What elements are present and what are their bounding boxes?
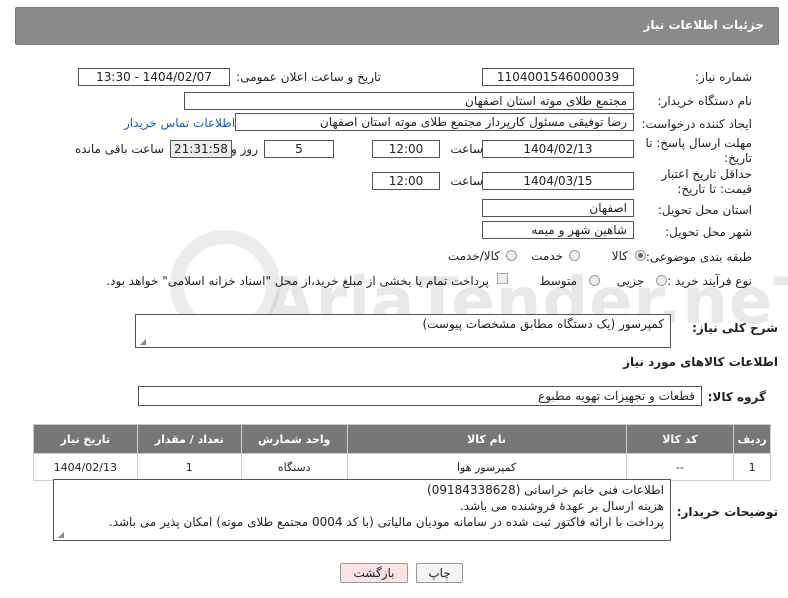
print-button[interactable]: چاپ: [416, 563, 463, 583]
items-table: ردیف کد کالا نام کالا واحد شمارش تعداد /…: [33, 424, 771, 481]
days-field: 5: [264, 140, 334, 158]
cell-row: 1: [733, 453, 771, 481]
col-qty: تعداد / مقدار: [136, 424, 242, 454]
process-option-medium: متوسط: [539, 274, 577, 288]
category-option-service: خدمت: [531, 249, 563, 263]
announce-field: 1404/02/07 - 13:30: [78, 68, 230, 86]
goods-group-label: گروه کالا:: [707, 390, 766, 404]
process-label: نوع فرآیند خرید :: [667, 274, 752, 288]
back-button[interactable]: بازگشت: [340, 563, 408, 583]
col-row: ردیف: [733, 424, 771, 454]
items-table-header: ردیف کد کالا نام کالا واحد شمارش تعداد /…: [33, 424, 771, 454]
remaining-label: ساعت باقی مانده: [74, 142, 164, 156]
buyer-label: نام دستگاه خریدار:: [657, 94, 753, 108]
province-label: استان محل تحویل:: [657, 203, 752, 217]
price-date-field: 1404/03/15: [482, 172, 634, 190]
buyer-notes-textarea[interactable]: اطلاعات فنی خانم خراسانی (09184338628) ه…: [53, 479, 671, 541]
cell-name: کمپرسور هوا: [346, 453, 627, 481]
category-option-goods: کالا: [611, 249, 628, 263]
province-field: اصفهان: [482, 199, 634, 217]
category-option-goods-service: کالا/خدمت: [447, 249, 500, 263]
payment-checkbox[interactable]: [497, 273, 508, 284]
category-radio-service[interactable]: [569, 250, 580, 261]
col-code: کد کالا: [625, 424, 735, 454]
days-label: روز و: [231, 142, 258, 156]
resize-grip-icon[interactable]: ◢: [56, 531, 64, 539]
col-name: نام کالا: [346, 424, 627, 454]
buyer-notes-line-1: اطلاعات فنی خانم خراسانی (09184338628): [427, 483, 664, 497]
goods-section-title: اطلاعات کالاهای مورد نیاز: [623, 355, 778, 369]
cell-qty: 1: [136, 453, 242, 481]
buyer-field: مجتمع طلای موته استان اصفهان: [184, 92, 634, 110]
reply-deadline-label: مهلت ارسال پاسخ: تا تاریخ:: [645, 136, 752, 165]
goods-group-field: قطعات و تجهیزات تهویه مطبوع: [138, 386, 702, 406]
description-text: کمپرسور (یک دستگاه مطابق مشخصات پیوست): [422, 317, 664, 331]
need-number-field: 1104001546000039: [482, 68, 634, 86]
category-label: طبقه بندی موضوعی:: [645, 250, 752, 264]
category-radio-goods[interactable]: [635, 250, 646, 261]
cell-date: 1404/02/13: [33, 453, 138, 481]
remaining-time-field: 21:31:58: [170, 140, 232, 158]
category-radio-goods-service[interactable]: [506, 250, 517, 261]
need-number-label: شماره نیاز:: [695, 70, 752, 84]
description-label: شرح کلی نیاز:: [692, 321, 778, 335]
buyer-notes-line-2: هزینه ارسال بر عهدهٔ فروشنده می باشد.: [459, 499, 664, 513]
city-field: شاهین شهر و میمه: [482, 221, 634, 239]
process-option-minor: جزیی: [616, 274, 644, 288]
announce-label: تاریخ و ساعت اعلان عمومی:: [236, 70, 381, 84]
price-time-label: ساعت: [450, 174, 483, 188]
header-bar: جزئیات اطلاعات نیاز: [15, 7, 779, 45]
price-deadline-label: حداقل تاریخ اعتبار قیمت: تا تاریخ:: [661, 167, 752, 196]
reply-time-label: ساعت: [450, 142, 483, 156]
creator-field: رضا توفیقی مسئول کارپرداز مجتمع طلای موت…: [235, 113, 634, 131]
col-unit: واحد شمارش: [240, 424, 348, 454]
process-radio-medium[interactable]: [589, 275, 600, 286]
cell-unit: دستگاه: [240, 453, 348, 481]
description-textarea[interactable]: کمپرسور (یک دستگاه مطابق مشخصات پیوست) ◢: [135, 314, 671, 348]
creator-label: ایجاد کننده درخواست:: [641, 117, 752, 131]
reply-time-field: 12:00: [372, 140, 440, 158]
page: جزئیات اطلاعات نیاز AriaTender.neT شماره…: [0, 0, 788, 598]
buyer-contact-link[interactable]: اطلاعات تماس خریدار: [124, 116, 235, 130]
buyer-notes-label: توضیحات خریدار:: [676, 505, 778, 519]
cell-code: --: [625, 453, 735, 481]
page-title: جزئیات اطلاعات نیاز: [643, 18, 764, 32]
table-row: 1 -- کمپرسور هوا دستگاه 1 1404/02/13: [33, 453, 771, 481]
buyer-notes-line-3: پرداخت با ارائه فاکتور ثبت شده در سامانه…: [108, 515, 664, 529]
city-label: شهر محل تحویل:: [665, 225, 752, 239]
reply-date-field: 1404/02/13: [482, 140, 634, 158]
price-time-field: 12:00: [372, 172, 440, 190]
process-radio-minor[interactable]: [656, 275, 667, 286]
resize-grip-icon[interactable]: ◢: [138, 338, 146, 346]
payment-note: پرداخت تمام یا بخشی از مبلغ خرید،از محل …: [106, 274, 489, 288]
col-date: تاریخ نیاز: [33, 424, 138, 454]
